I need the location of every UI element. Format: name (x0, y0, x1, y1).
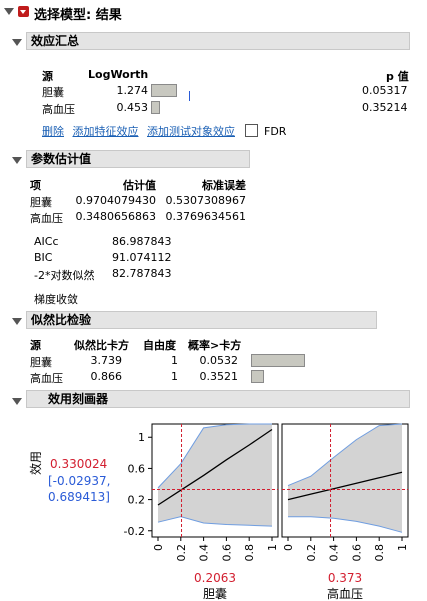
x-tick-label: 1 (396, 544, 409, 551)
lr-test-header[interactable]: 似然比检验 (26, 311, 377, 329)
lr-row-chisq: 3.739 (90, 354, 123, 367)
col-chisq: 似然比卡方 (74, 339, 129, 352)
lr-row-prob: 0.3521 (199, 370, 239, 383)
collapse-triangle-icon[interactable] (12, 39, 22, 46)
panel-factor-label: 高血压 (327, 586, 363, 601)
x-tick-label: 0 (152, 544, 165, 551)
x-tick-label: 0.6 (220, 544, 233, 562)
add-test-effect-link[interactable]: 添加测试对象效应 (147, 125, 235, 138)
collapse-triangle-icon[interactable] (12, 398, 22, 405)
profiler-header[interactable]: 效用刻画器 (26, 390, 410, 408)
param-estimates-title: 参数估计值 (31, 152, 92, 166)
stat-value: 91.074112 (112, 251, 172, 264)
lr-test-title: 似然比检验 (31, 313, 92, 327)
col-estimate: 估计值 (123, 179, 156, 192)
col-stderr: 标准误差 (202, 179, 246, 192)
logworth-bar (151, 84, 177, 97)
effect-summary-title: 效应汇总 (31, 34, 80, 48)
x-tick-label: 0.2 (175, 544, 188, 562)
effect-actions: 删除 添加特征效应 添加测试对象效应 FDR (42, 123, 286, 139)
lr-row-source: 胆囊 (30, 356, 52, 369)
effect-row-pvalue: 0.05317 (362, 84, 408, 97)
effect-row-logworth: 1.274 (116, 84, 149, 97)
logworth-bar (151, 101, 161, 114)
stat-label: BIC (34, 251, 53, 264)
collapse-triangle-icon[interactable] (12, 157, 22, 164)
profiler-title: 效用刻画器 (48, 392, 109, 406)
y-axis: 1 0.6 0.2 -0.2 (124, 431, 152, 538)
fdr-checkbox[interactable] (244, 124, 258, 137)
collapse-triangle-icon[interactable] (4, 8, 14, 15)
effect-row-source: 胆囊 (42, 86, 64, 99)
col-source: 源 (42, 70, 53, 83)
current-x-value: 0.2063 (194, 571, 236, 585)
lr-row-prob: 0.0532 (199, 354, 239, 367)
param-estimates-header[interactable]: 参数估计值 (26, 150, 250, 168)
lr-row-df: 1 (171, 370, 178, 383)
x-tick-label: 0.8 (243, 544, 256, 562)
significance-marker (189, 91, 190, 101)
x-tick-label: 0.4 (328, 544, 341, 562)
x-tick-label: 0.8 (373, 544, 386, 562)
col-df: 自由度 (143, 339, 176, 352)
y-tick-label: 0.6 (128, 462, 146, 475)
stat-label: -2*对数似然 (34, 269, 95, 282)
y-tick-label: 1 (138, 431, 145, 444)
lr-row-source: 高血压 (30, 372, 63, 385)
effect-row-pvalue: 0.35214 (362, 101, 408, 114)
stat-value: 86.987843 (112, 235, 172, 248)
x-tick-label: 1 (266, 544, 279, 551)
remove-link[interactable]: 删除 (42, 125, 64, 138)
col-prob: 概率>卡方 (188, 339, 242, 352)
page-title: 选择模型: 结果 (34, 8, 122, 23)
stat-value: 82.787843 (112, 267, 172, 280)
param-row-stderr: 0.5307308967 (165, 194, 246, 207)
col-logworth: LogWorth (88, 68, 149, 81)
chisq-bar (251, 370, 264, 383)
col-pvalue: p 值 (386, 70, 409, 83)
effect-row-logworth: 0.453 (116, 101, 149, 114)
y-tick-label: 0.2 (128, 494, 146, 507)
convergence-status: 梯度收敛 (34, 293, 78, 306)
y-tick-label: -0.2 (124, 525, 145, 538)
collapse-triangle-icon[interactable] (12, 318, 22, 325)
param-row-stderr: 0.3769634561 (165, 210, 246, 223)
x-tick-label: 0 (282, 544, 295, 551)
add-feature-effect-link[interactable]: 添加特征效应 (73, 125, 139, 138)
x-tick-label: 0.6 (350, 544, 363, 562)
red-menu-icon[interactable] (18, 6, 29, 17)
param-row-estimate: 0.9704079430 (75, 194, 156, 207)
x-tick-label: 0.4 (198, 544, 211, 562)
fdr-label: FDR (264, 125, 287, 138)
profiler-chart[interactable]: 10.60.2-0.2 0 0.2 0.4 0.6 0.8 10.2063胆囊 0 0.2 0… (0, 412, 427, 601)
param-row-estimate: 0.3480656863 (75, 210, 156, 223)
effect-row-source: 高血压 (42, 103, 75, 116)
x-tick-label: 0.2 (305, 544, 318, 562)
param-row-term: 高血压 (30, 212, 63, 225)
profiler-panel-0[interactable]: 0 0.2 0.4 0.6 0.8 1 0.2063胆囊 (151, 423, 279, 601)
chisq-bar (251, 354, 306, 367)
effect-summary-header[interactable]: 效应汇总 (26, 32, 410, 50)
current-x-value: 0.373 (328, 571, 362, 585)
lr-row-chisq: 0.866 (90, 370, 123, 383)
panel-factor-label: 胆囊 (203, 586, 227, 601)
stat-label: AICc (34, 235, 59, 248)
profiler-panel-1[interactable]: 0 0.2 0.4 0.6 0.8 1 0.373高血压 (281, 423, 409, 601)
col-term: 项 (30, 179, 41, 192)
col-source: 源 (30, 339, 41, 352)
lr-row-df: 1 (171, 354, 178, 367)
param-row-term: 胆囊 (30, 196, 52, 209)
